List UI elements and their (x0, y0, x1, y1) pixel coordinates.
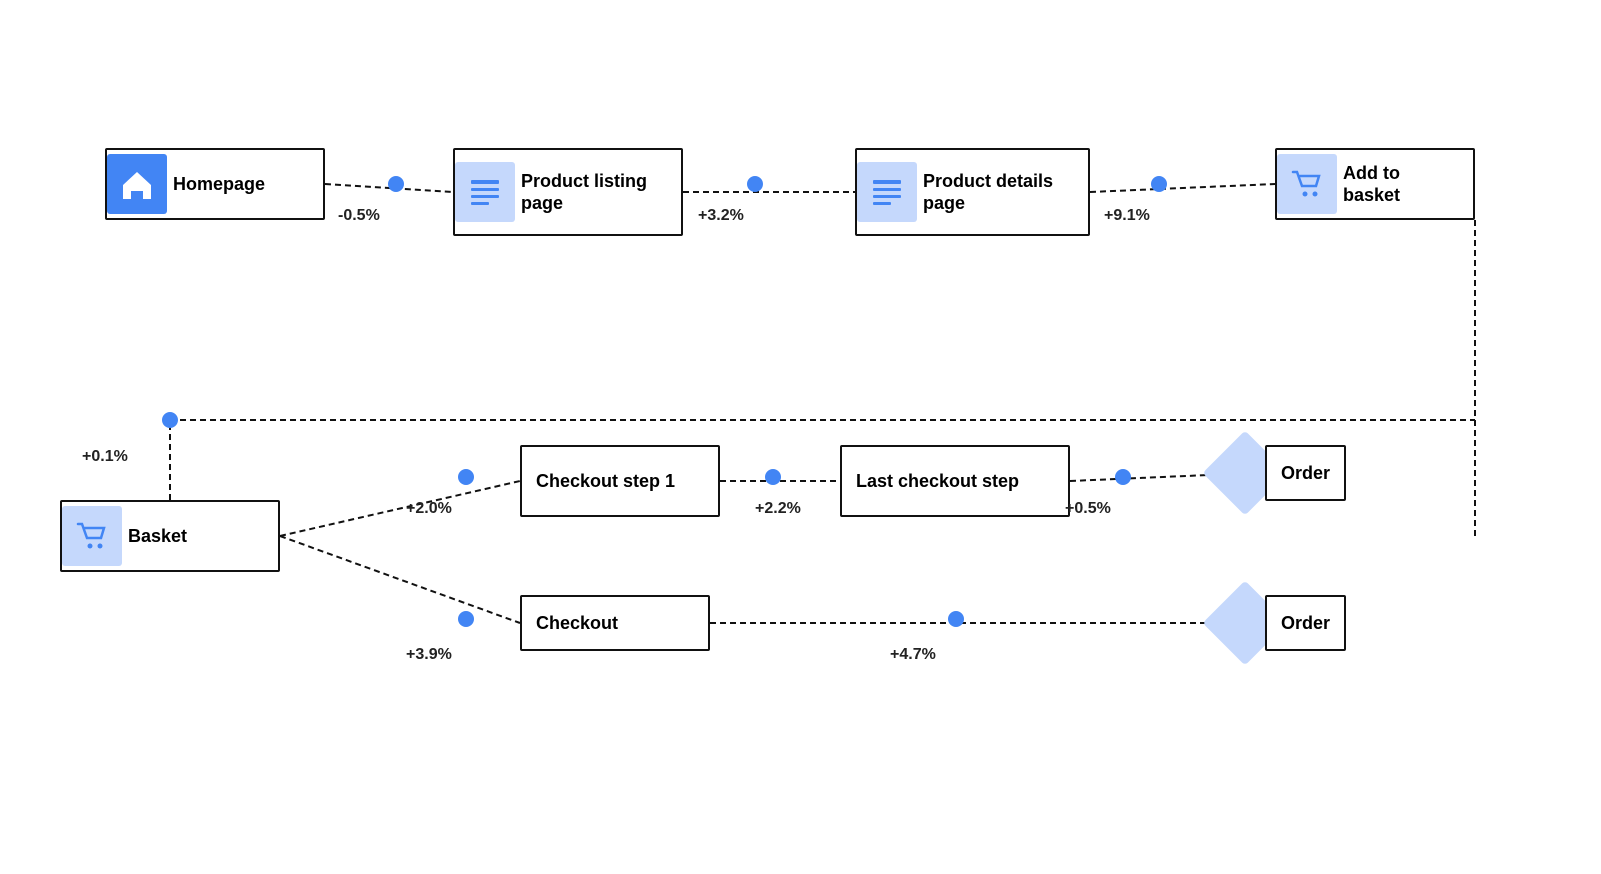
pct-checkout1-last: +2.2% (755, 500, 801, 518)
node-order-top: Order (1265, 445, 1346, 501)
basket-icon (62, 506, 122, 566)
product-details-icon (857, 162, 917, 222)
node-homepage: Homepage (105, 148, 325, 220)
node-last-checkout: Last checkout step (840, 445, 1070, 517)
pct-checkout-order: +4.7% (890, 646, 936, 664)
add-to-basket-label: Add to basket (1337, 154, 1473, 215)
pct-homepage-listing: -0.5% (338, 207, 380, 225)
checkout-step1-label: Checkout step 1 (522, 462, 689, 501)
node-product-listing: Product listing page (453, 148, 683, 236)
node-order-bottom-wrapper: Order (1215, 583, 1325, 663)
pct-basket-checkout1: +2.0% (406, 500, 452, 518)
dot-details-basket (1151, 176, 1167, 192)
dot-listing-details (747, 176, 763, 192)
last-checkout-label: Last checkout step (842, 462, 1033, 501)
diagram-container: Homepage Product listing page Product de… (0, 0, 1601, 874)
order-top-label: Order (1267, 454, 1344, 493)
connector-lines (0, 0, 1601, 874)
node-add-to-basket: Add to basket (1275, 148, 1475, 220)
dot-checkout1-last (765, 469, 781, 485)
pct-basket-checkout: +3.9% (406, 646, 452, 664)
node-checkout: Checkout (520, 595, 710, 651)
node-order-bottom: Order (1265, 595, 1346, 651)
dot-basket-checkout1 (458, 469, 474, 485)
product-listing-label: Product listing page (515, 162, 681, 223)
pct-last-order: +0.5% (1065, 500, 1111, 518)
dot-checkout-order (948, 611, 964, 627)
dot-last-order (1115, 469, 1131, 485)
dot-basket-return (162, 412, 178, 428)
basket-label: Basket (122, 517, 201, 556)
dot-homepage-listing (388, 176, 404, 192)
node-order-top-wrapper: Order (1215, 433, 1325, 513)
pct-listing-details: +3.2% (698, 207, 744, 225)
pct-details-basket: +9.1% (1104, 207, 1150, 225)
pct-basket-return: +0.1% (82, 448, 128, 466)
product-details-label: Product details page (917, 162, 1088, 223)
home-icon (107, 154, 167, 214)
node-basket: Basket (60, 500, 280, 572)
add-to-basket-icon (1277, 154, 1337, 214)
node-product-details: Product details page (855, 148, 1090, 236)
homepage-label: Homepage (167, 165, 279, 204)
product-listing-icon (455, 162, 515, 222)
checkout-label: Checkout (522, 604, 632, 643)
node-checkout-step1: Checkout step 1 (520, 445, 720, 517)
order-bottom-label: Order (1267, 604, 1344, 643)
dot-basket-checkout (458, 611, 474, 627)
